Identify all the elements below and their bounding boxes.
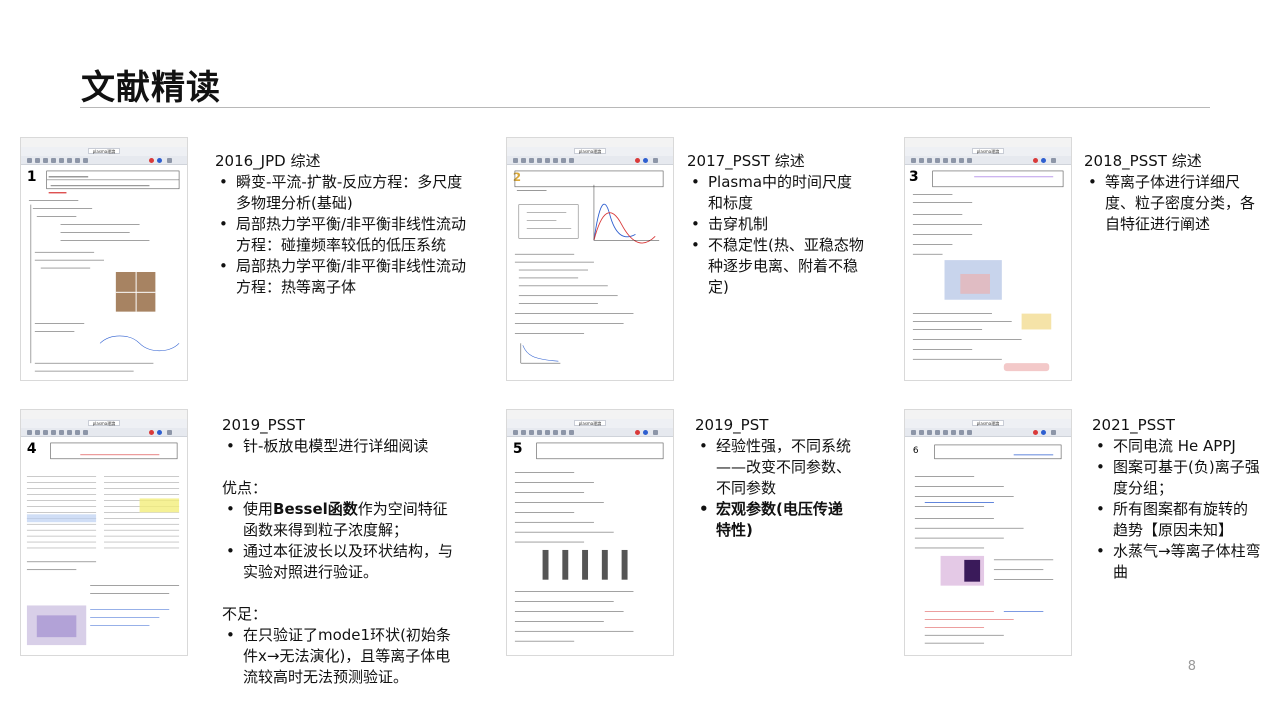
notes-tab-label: plasma理論: [972, 148, 1004, 154]
notes-tab-label: plasma理論: [574, 148, 606, 154]
entry-2019-psst: 2019_PSST 针-板放电模型进行详细阅读 优点： 使用Bessel函数作为…: [222, 415, 462, 688]
handwritten-notes-page: 5: [507, 437, 673, 655]
entry-bullet-list: 经验性强，不同系统——改变不同参数、不同参数 宏观参数(电压传递特性): [695, 436, 855, 541]
entry-bullet-list: 不同电流 He APPJ 图案可基于(负)离子强度分组； 所有图案都有旋转的趋势…: [1092, 436, 1262, 583]
bullet-item: Plasma中的时间尺度和标度: [687, 172, 867, 214]
entry-2019-pst: 2019_PST 经验性强，不同系统——改变不同参数、不同参数 宏观参数(电压传…: [695, 415, 855, 541]
handwritten-notes-page: 1: [21, 165, 187, 380]
bullet-item: 经验性强，不同系统——改变不同参数、不同参数: [695, 436, 855, 499]
cons-item: 在只验证了mode1环状(初始条件x→无法演化)，且等离子体电流较高时无法预测验…: [222, 625, 462, 688]
note-number: 1: [27, 169, 37, 185]
entry-2018-psst: 2018_PSST 综述 等离子体进行详细尺度、粒子密度分类，各自特征进行阐述: [1084, 151, 1264, 235]
bullet-item-bold: 宏观参数(电压传递特性): [695, 499, 855, 541]
cons-list: 在只验证了mode1环状(初始条件x→无法演化)，且等离子体电流较高时无法预测验…: [222, 625, 462, 688]
note-number: 6: [913, 446, 919, 456]
notes-thumbnail-4: plasma理論 4: [20, 409, 188, 656]
bullet-item: 图案可基于(负)离子强度分组；: [1092, 457, 1262, 499]
note-number: 5: [513, 441, 523, 457]
title-divider: [80, 107, 1210, 108]
pros-item: 使用Bessel函数作为空间特征函数来得到粒子浓度解；: [222, 499, 462, 541]
handwritten-notes-page: 2: [507, 165, 673, 380]
bullet-item: 针-板放电模型进行详细阅读: [222, 436, 462, 457]
bullet-item: 击穿机制: [687, 214, 867, 235]
entry-heading: 2021_PSST: [1092, 416, 1175, 434]
pros-label: 优点：: [222, 479, 268, 497]
entry-2016-jpd: 2016_JPD 综述 瞬变-平流-扩散-反应方程：多尺度多物理分析(基础) 局…: [215, 151, 470, 298]
entry-heading: 2016_JPD 综述: [215, 152, 321, 170]
text-segment: 使用: [243, 500, 274, 518]
notes-tab-label: plasma理論: [88, 420, 120, 426]
bullet-item: 不稳定性(热、亚稳态物种逐步电离、附着不稳定): [687, 235, 867, 298]
handwritten-notes-page: 6: [905, 437, 1071, 655]
bullet-item: 局部热力学平衡/非平衡非线性流动方程：碰撞频率较低的低压系统: [215, 214, 470, 256]
note-number: 2: [513, 170, 521, 184]
notes-thumbnail-6: plasma理論 6: [904, 409, 1072, 656]
note-number: 3: [909, 169, 919, 185]
entry-heading: 2018_PSST 综述: [1084, 152, 1202, 170]
handwritten-notes-page: 3: [905, 165, 1071, 380]
notes-thumbnail-1: plasma理論 1: [20, 137, 188, 381]
bullet-item: 瞬变-平流-扩散-反应方程：多尺度多物理分析(基础): [215, 172, 470, 214]
entry-heading: 2019_PST: [695, 416, 769, 434]
bullet-item: 等离子体进行详细尺度、粒子密度分类，各自特征进行阐述: [1084, 172, 1264, 235]
entry-bullet-list: Plasma中的时间尺度和标度 击穿机制 不稳定性(热、亚稳态物种逐步电离、附着…: [687, 172, 867, 298]
notes-tab-label: plasma理論: [574, 420, 606, 426]
notes-tab-label: plasma理論: [972, 420, 1004, 426]
entry-2021-psst: 2021_PSST 不同电流 He APPJ 图案可基于(负)离子强度分组； 所…: [1092, 415, 1262, 583]
bullet-item: 所有图案都有旋转的趋势【原因未知】: [1092, 499, 1262, 541]
slide-title: 文献精读: [81, 68, 221, 108]
notes-tab-label: plasma理論: [88, 148, 120, 154]
bullet-item: 水蒸气→等离子体柱弯曲: [1092, 541, 1262, 583]
notes-thumbnail-3: plasma理論 3: [904, 137, 1072, 381]
page-number: 8: [1187, 659, 1196, 674]
handwritten-notes-page: 4: [21, 437, 187, 655]
cons-label: 不足：: [222, 605, 268, 623]
entry-bullet-list: 针-板放电模型进行详细阅读: [222, 436, 462, 457]
emphasis-text: Bessel函数: [273, 500, 358, 518]
entry-bullet-list: 等离子体进行详细尺度、粒子密度分类，各自特征进行阐述: [1084, 172, 1264, 235]
notes-thumbnail-2: plasma理論 2: [506, 137, 674, 381]
bullet-item: 局部热力学平衡/非平衡非线性流动方程：热等离子体: [215, 256, 470, 298]
pros-list: 使用Bessel函数作为空间特征函数来得到粒子浓度解； 通过本征波长以及环状结构…: [222, 499, 462, 583]
pros-item: 通过本征波长以及环状结构，与实验对照进行验证。: [222, 541, 462, 583]
note-number: 4: [27, 441, 37, 457]
entry-heading: 2019_PSST: [222, 416, 305, 434]
entry-2017-psst: 2017_PSST 综述 Plasma中的时间尺度和标度 击穿机制 不稳定性(热…: [687, 151, 867, 298]
notes-thumbnail-5: plasma理論 5: [506, 409, 674, 656]
entry-heading: 2017_PSST 综述: [687, 152, 805, 170]
entry-bullet-list: 瞬变-平流-扩散-反应方程：多尺度多物理分析(基础) 局部热力学平衡/非平衡非线…: [215, 172, 470, 298]
bullet-item: 不同电流 He APPJ: [1092, 436, 1262, 457]
